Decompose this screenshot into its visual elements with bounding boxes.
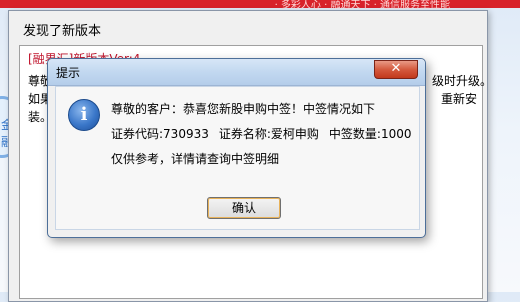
top-banner-strip: · 多彩人心 · 融通天下 · 通信服务至性能	[0, 0, 520, 11]
dialog-titlebar[interactable]: 提示 ✕	[48, 59, 425, 86]
security-code-label: 证券代码:	[111, 127, 164, 141]
allotted-quantity-value: 1000	[380, 127, 412, 141]
notes-line-1-end: 级时升级。	[432, 74, 493, 88]
notes-line-2-end: 重新安	[441, 92, 478, 106]
update-window-title: 发现了新版本	[23, 24, 102, 39]
security-name-value: 爱柯申购	[270, 127, 319, 141]
info-icon: i	[68, 99, 100, 131]
confirm-button[interactable]: 确认	[207, 197, 281, 219]
allotted-quantity-label: 中签数量:	[328, 127, 381, 141]
allotment-details: 证券代码:730933 证券名称:爱柯申购 中签数量:1000	[111, 125, 412, 142]
greeting-message: 尊敬的客户：恭喜您新股申购中签！中签情况如下	[111, 102, 376, 116]
dialog-content: i 尊敬的客户：恭喜您新股申购中签！中签情况如下 证券代码:730933 证券名称…	[55, 86, 420, 230]
dialog-title: 提示	[56, 66, 81, 80]
reference-note: 仅供参考，详情请查询中签明细	[111, 152, 280, 166]
security-name-label: 证券名称:	[218, 127, 271, 141]
ipo-allotment-dialog: 提示 ✕ i 尊敬的客户：恭喜您新股申购中签！中签情况如下 证券代码:73093…	[47, 58, 426, 238]
close-button[interactable]: ✕	[374, 60, 418, 79]
security-code-value: 730933	[163, 127, 209, 141]
close-icon: ✕	[390, 61, 402, 76]
